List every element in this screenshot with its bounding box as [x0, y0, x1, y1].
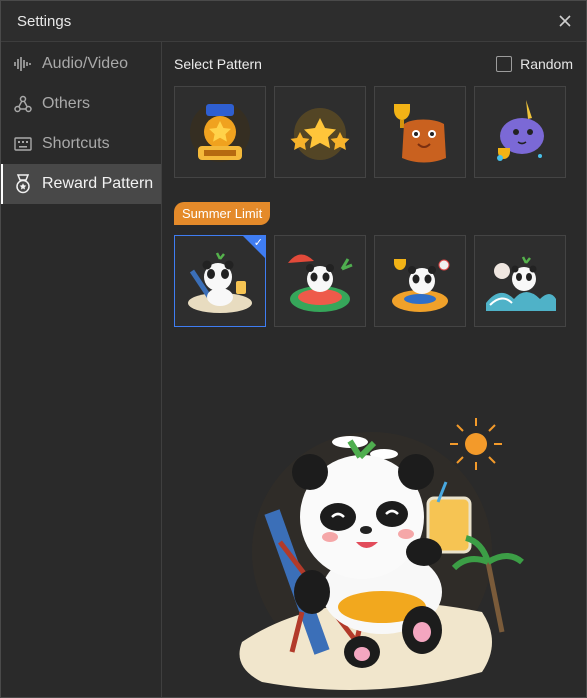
window-title: Settings	[17, 12, 72, 30]
share-nodes-icon	[13, 94, 33, 114]
bear-trophy-image	[394, 104, 446, 163]
panda-swim-ring-image	[392, 259, 450, 312]
audio-wave-icon	[13, 54, 33, 74]
sidebar-item-label: Reward Pattern	[42, 175, 154, 192]
sidebar-item-reward-pattern[interactable]: Reward Pattern	[1, 164, 161, 204]
pattern-grid	[162, 86, 586, 178]
close-button[interactable]	[548, 4, 582, 38]
settings-window: Settings Audio/Video Others Shortcuts Re…	[0, 0, 587, 698]
checkbox-box[interactable]	[496, 56, 513, 72]
close-icon	[559, 15, 571, 27]
panda-beach-chair-preview-image	[239, 418, 524, 690]
medal-icon	[13, 174, 33, 194]
pattern-tile-panda-beach-chair[interactable]: ✓	[174, 235, 266, 327]
check-icon: ✓	[253, 237, 263, 249]
panda-surfing-image	[486, 256, 556, 311]
pattern-tile-panda-watermelon-float[interactable]	[274, 235, 366, 327]
pattern-preview	[232, 402, 532, 692]
sidebar-item-label: Others	[42, 95, 91, 112]
pattern-tile-good-medal[interactable]	[174, 86, 266, 178]
title-bar: Settings	[1, 1, 586, 42]
panda-watermelon-float-image	[288, 254, 353, 312]
sidebar-item-shortcuts[interactable]: Shortcuts	[1, 124, 161, 164]
pattern-tile-narwhal-trophy[interactable]	[474, 86, 566, 178]
random-checkbox[interactable]: Random	[496, 56, 573, 72]
sidebar-item-audio-video[interactable]: Audio/Video	[1, 44, 161, 84]
pattern-tile-panda-swim-ring[interactable]	[374, 235, 466, 327]
pattern-tile-bear-trophy[interactable]	[374, 86, 466, 178]
reward-pattern-panel: Select Pattern Random Summer Limit ✓	[162, 42, 586, 697]
random-label: Random	[520, 56, 573, 72]
select-pattern-heading: Select Pattern	[174, 56, 262, 72]
summer-limit-tag: Summer Limit	[174, 202, 271, 225]
pattern-tile-three-stars[interactable]	[274, 86, 366, 178]
sidebar-item-label: Audio/Video	[42, 55, 128, 72]
three-stars-image	[290, 108, 350, 160]
sidebar: Audio/Video Others Shortcuts Reward Patt…	[1, 42, 162, 697]
narwhal-trophy-image	[497, 100, 544, 161]
keyboard-icon	[13, 134, 33, 154]
sidebar-item-label: Shortcuts	[42, 135, 110, 152]
good-medal-image	[190, 102, 250, 162]
summer-pattern-grid: ✓	[162, 235, 586, 327]
pattern-tile-panda-surfing[interactable]	[474, 235, 566, 327]
sidebar-item-others[interactable]: Others	[1, 84, 161, 124]
